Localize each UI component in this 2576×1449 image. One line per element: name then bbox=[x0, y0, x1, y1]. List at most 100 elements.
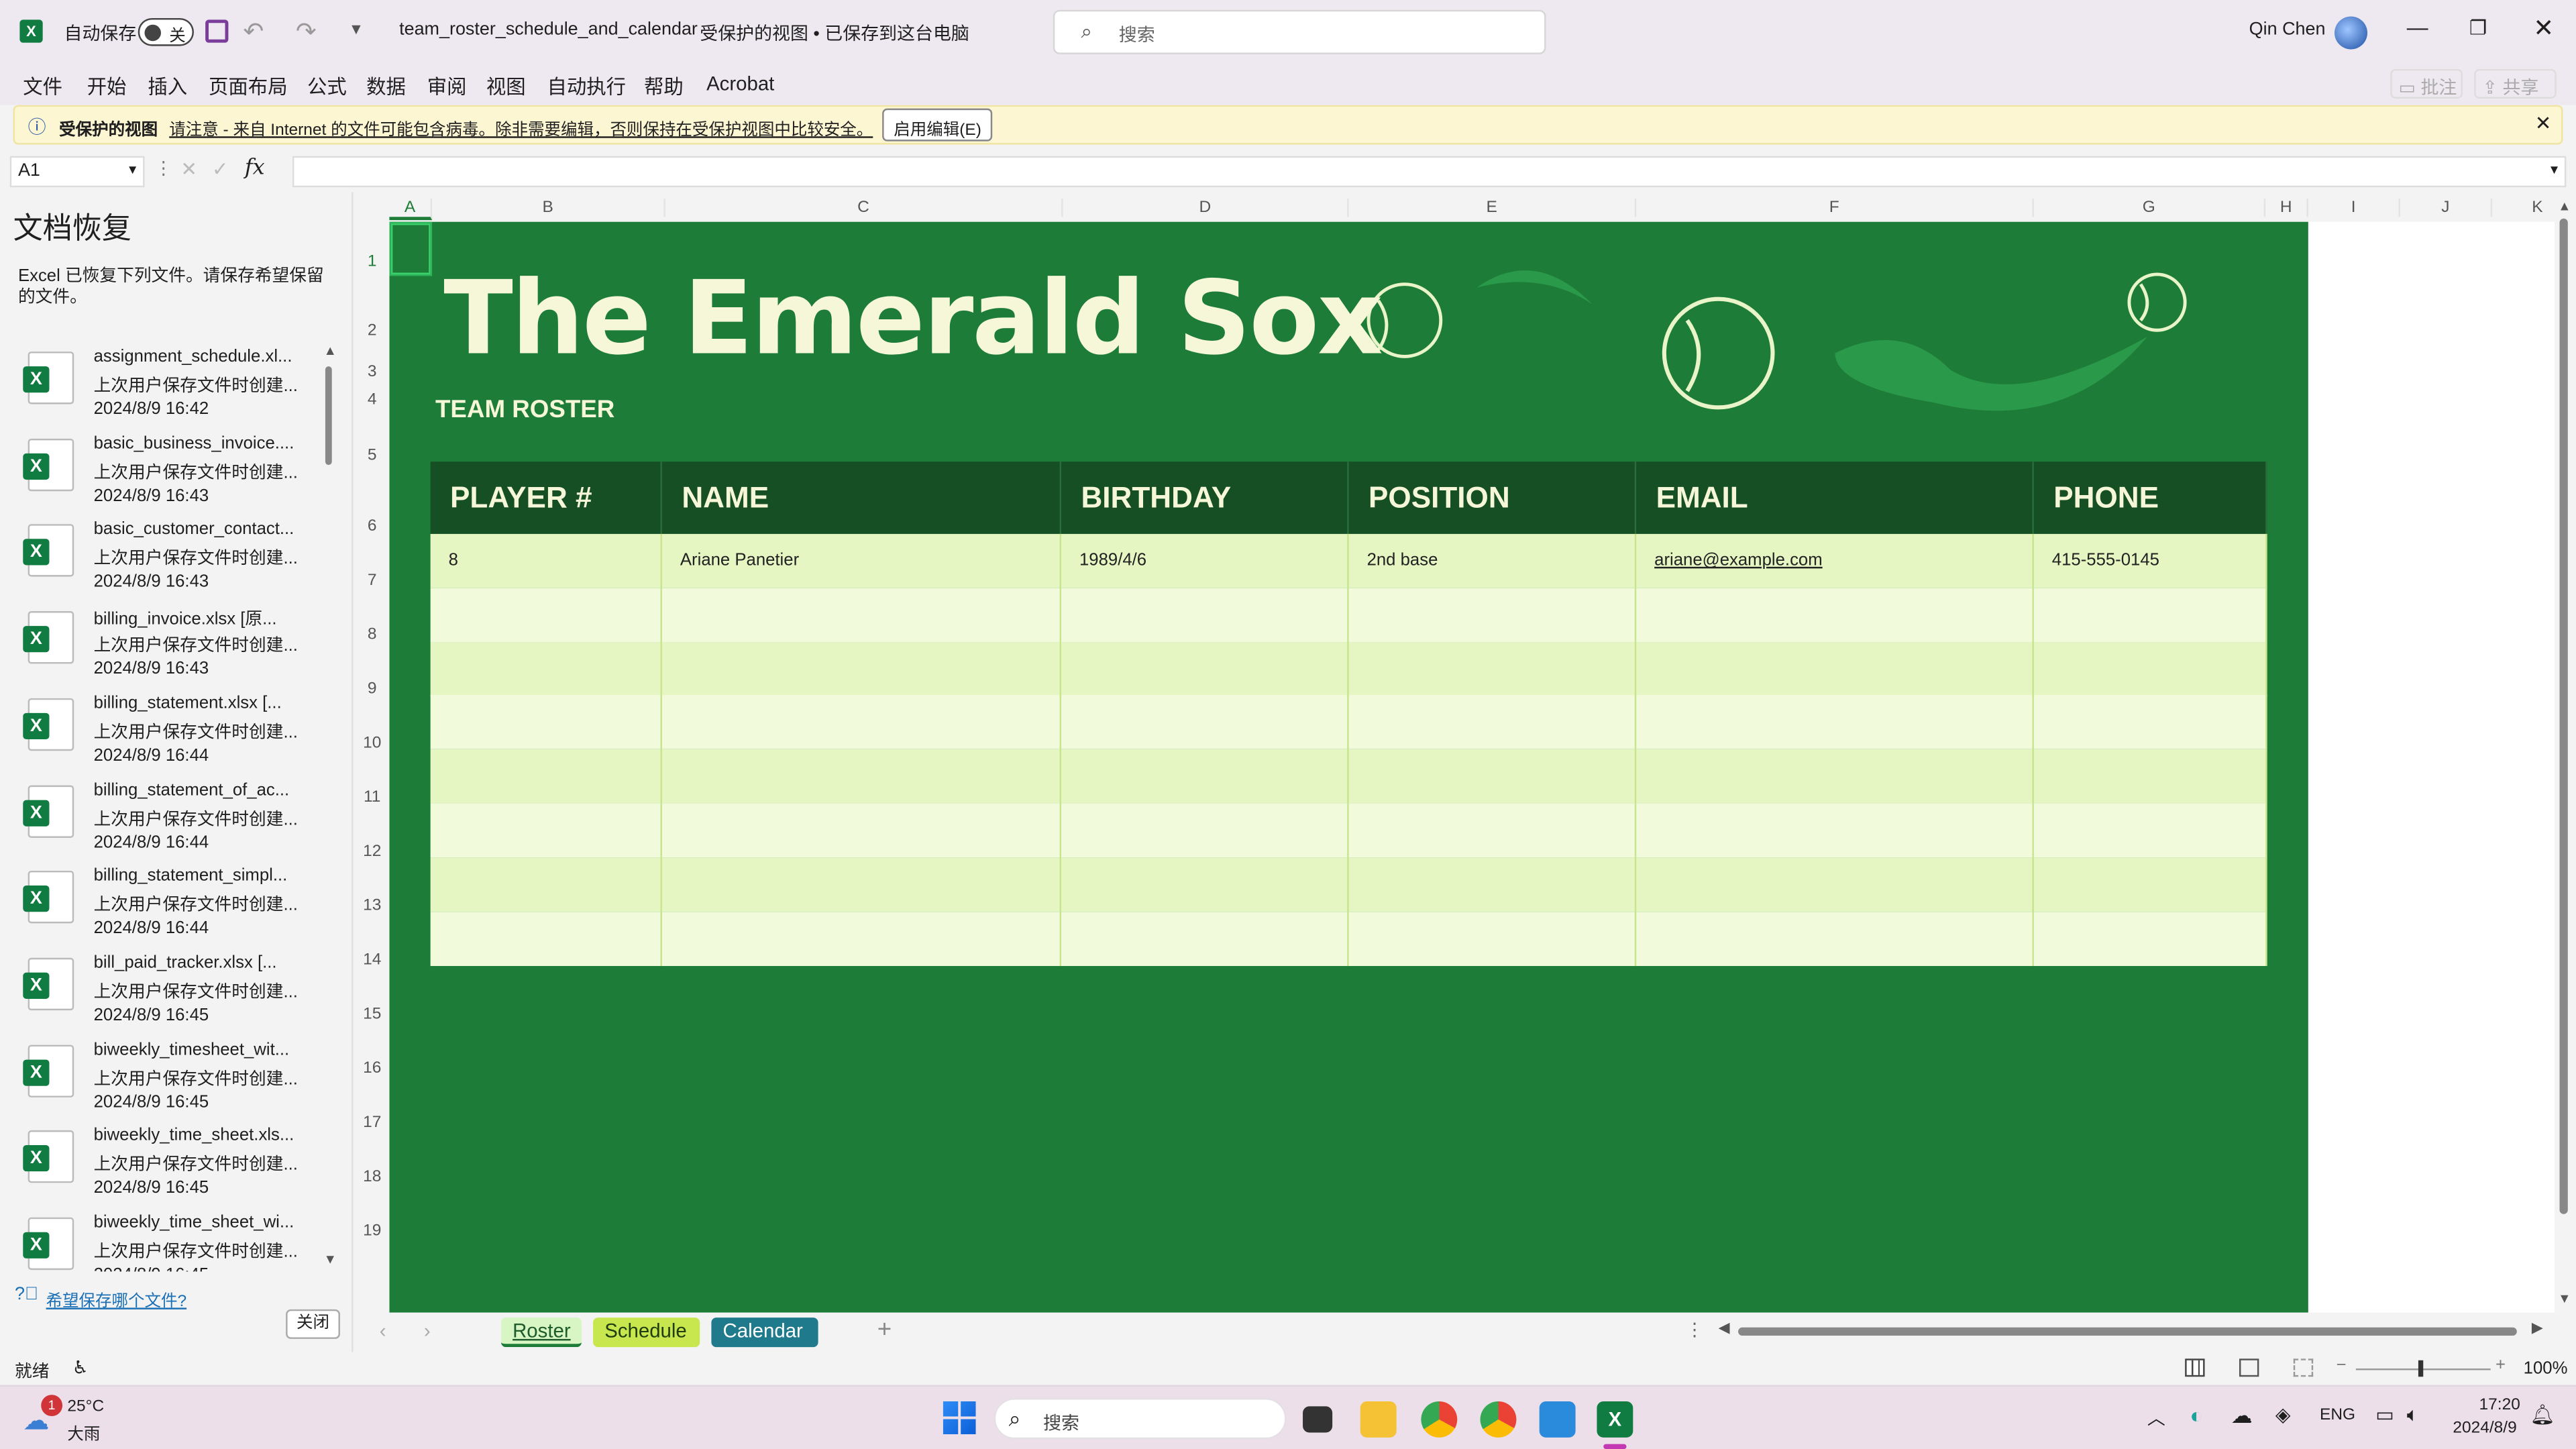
table-cell[interactable] bbox=[2034, 749, 2267, 804]
tray-overflow-icon[interactable]: ︿ bbox=[2147, 1405, 2165, 1431]
undo-icon[interactable]: ↶ bbox=[243, 16, 264, 46]
recovered-file-item[interactable]: Xassignment_schedule.xl... 上次用户保存文件时创建...… bbox=[0, 343, 321, 429]
recovered-file-item[interactable]: Xbilling_statement_of_ac... 上次用户保存文件时创建..… bbox=[0, 776, 321, 861]
menu-help[interactable]: 帮助 bbox=[644, 72, 684, 101]
menu-data[interactable]: 数据 bbox=[366, 72, 406, 101]
table-cell[interactable] bbox=[662, 749, 1062, 804]
row-header-15[interactable]: 15 bbox=[355, 987, 389, 1042]
table-cell[interactable] bbox=[431, 695, 662, 750]
zoom-out-icon[interactable]: − bbox=[2336, 1355, 2346, 1375]
table-cell[interactable] bbox=[1349, 803, 1637, 858]
recovered-file-item[interactable]: Xbiweekly_time_sheet_wi... 上次用户保存文件时创建...… bbox=[0, 1209, 321, 1272]
menu-file[interactable]: 文件 bbox=[23, 72, 62, 101]
row-header-14[interactable]: 14 bbox=[355, 933, 389, 987]
table-cell[interactable] bbox=[431, 588, 662, 643]
vertical-scroll-thumb[interactable] bbox=[2559, 218, 2568, 1214]
menu-insert[interactable]: 插入 bbox=[148, 72, 187, 101]
table-cell[interactable] bbox=[662, 695, 1062, 750]
vscode-icon[interactable] bbox=[1539, 1401, 1576, 1438]
column-header-c[interactable]: C bbox=[665, 199, 1063, 217]
tray-app-icon[interactable]: ◈ bbox=[2275, 1403, 2291, 1426]
menu-review[interactable]: 审阅 bbox=[427, 72, 467, 101]
table-cell[interactable] bbox=[2034, 911, 2267, 966]
table-cell[interactable] bbox=[1349, 749, 1637, 804]
row-header-12[interactable]: 12 bbox=[355, 824, 389, 879]
clock-date[interactable]: 2024/8/9 bbox=[2453, 1419, 2516, 1438]
table-cell[interactable] bbox=[2034, 641, 2267, 696]
table-cell[interactable] bbox=[1349, 588, 1637, 643]
close-window-icon[interactable]: ✕ bbox=[2533, 13, 2554, 43]
table-cell[interactable] bbox=[1636, 911, 2034, 966]
column-header-a[interactable]: A bbox=[389, 199, 433, 221]
table-cell[interactable]: Ariane Panetier bbox=[662, 533, 1062, 588]
save-icon[interactable] bbox=[205, 19, 229, 43]
table-cell[interactable] bbox=[662, 803, 1062, 858]
column-header-f[interactable]: F bbox=[1636, 199, 2034, 217]
sheet-tab-roster[interactable]: Roster bbox=[500, 1318, 582, 1348]
close-recovery-button[interactable]: 关闭 bbox=[286, 1309, 340, 1339]
recovered-file-item[interactable]: Xbilling_statement.xlsx [... 上次用户保存文件时创建.… bbox=[0, 690, 321, 775]
table-cell[interactable] bbox=[1349, 695, 1637, 750]
row-header-2[interactable]: 2 bbox=[355, 304, 389, 358]
table-cell[interactable] bbox=[662, 641, 1062, 696]
recovered-file-item[interactable]: Xbilling_invoice.xlsx [原... 上次用户保存文件时创建..… bbox=[0, 603, 321, 688]
document-status[interactable]: 受保护的视图 • 已保存到这台电脑 bbox=[700, 19, 969, 46]
formula-input[interactable]: ▾ bbox=[292, 156, 2567, 188]
table-cell[interactable] bbox=[2034, 857, 2267, 912]
row-header-19[interactable]: 19 bbox=[355, 1204, 389, 1258]
recovered-file-item[interactable]: Xbasic_customer_contact... 上次用户保存文件时创建...… bbox=[0, 517, 321, 602]
table-cell[interactable] bbox=[1636, 695, 2034, 750]
table-cell[interactable]: 415-555-0145 bbox=[2034, 533, 2267, 588]
file-explorer-icon[interactable] bbox=[1360, 1401, 1397, 1438]
menu-acrobat[interactable]: Acrobat bbox=[706, 72, 774, 95]
table-cell[interactable] bbox=[1061, 803, 1349, 858]
table-cell[interactable] bbox=[1061, 857, 1349, 912]
add-sheet-icon[interactable]: + bbox=[877, 1316, 892, 1344]
column-header-e[interactable]: E bbox=[1349, 199, 1637, 217]
table-cell[interactable] bbox=[1061, 641, 1349, 696]
insert-function-icon[interactable]: fx bbox=[245, 156, 265, 181]
row-header-8[interactable]: 8 bbox=[355, 608, 389, 662]
table-cell[interactable] bbox=[1349, 857, 1637, 912]
table-cell[interactable]: 1989/4/6 bbox=[1061, 533, 1349, 588]
table-cell[interactable] bbox=[431, 641, 662, 696]
table-cell[interactable] bbox=[1349, 911, 1637, 966]
input-language[interactable]: ENG bbox=[2320, 1406, 2355, 1424]
column-header-g[interactable]: G bbox=[2034, 199, 2266, 217]
comments-button[interactable]: ▭ 批注 bbox=[2390, 68, 2463, 99]
column-header-i[interactable]: I bbox=[2308, 199, 2400, 217]
volume-icon[interactable]: 🔈︎ bbox=[2407, 1403, 2419, 1428]
table-cell[interactable]: 8 bbox=[431, 533, 662, 588]
chrome-icon[interactable] bbox=[1421, 1401, 1458, 1438]
more-icon[interactable]: ⋮ bbox=[154, 158, 172, 179]
table-cell[interactable] bbox=[431, 803, 662, 858]
recovered-file-item[interactable]: Xbiweekly_timesheet_wit... 上次用户保存文件时创建...… bbox=[0, 1036, 321, 1121]
table-cell[interactable] bbox=[1061, 749, 1349, 804]
column-header-b[interactable]: B bbox=[432, 199, 665, 217]
next-sheet-icon[interactable]: › bbox=[424, 1320, 431, 1342]
onedrive-icon[interactable]: ☁ bbox=[2231, 1403, 2253, 1429]
menu-view[interactable]: 视图 bbox=[486, 72, 526, 101]
row-header-4[interactable]: 4 bbox=[355, 386, 389, 415]
zoom-in-icon[interactable]: + bbox=[2496, 1355, 2506, 1375]
column-header-h[interactable]: H bbox=[2265, 199, 2308, 217]
zoom-slider[interactable] bbox=[2355, 1360, 2491, 1377]
table-cell[interactable] bbox=[2034, 695, 2267, 750]
network-icon[interactable]: ▭ bbox=[2375, 1403, 2394, 1426]
recovered-file-item[interactable]: Xbilling_statement_simpl... 上次用户保存文件时创建..… bbox=[0, 863, 321, 948]
start-icon[interactable] bbox=[943, 1401, 976, 1434]
active-cell-a1[interactable] bbox=[389, 221, 433, 276]
share-button[interactable]: ⇪ 共享 bbox=[2474, 68, 2557, 99]
recovered-file-item[interactable]: Xbill_paid_tracker.xlsx [... 上次用户保存文件时创建.… bbox=[0, 949, 321, 1034]
row-header-16[interactable]: 16 bbox=[355, 1042, 389, 1096]
customize-toolbar-icon[interactable]: ▾ bbox=[352, 18, 361, 39]
recovered-file-item[interactable]: Xbasic_business_invoice.... 上次用户保存文件时创建..… bbox=[0, 430, 321, 515]
notification-bell-icon[interactable]: 🔔︎ bbox=[2530, 1403, 2555, 1426]
table-cell[interactable] bbox=[2034, 803, 2267, 858]
menu-formulas[interactable]: 公式 bbox=[307, 72, 347, 101]
table-cell[interactable] bbox=[2034, 588, 2267, 643]
table-cell[interactable] bbox=[431, 749, 662, 804]
menu-page-layout[interactable]: 页面布局 bbox=[209, 72, 288, 101]
recovered-file-item[interactable]: Xbiweekly_time_sheet.xls... 上次用户保存文件时创建..… bbox=[0, 1122, 321, 1208]
row-header-3[interactable]: 3 bbox=[355, 358, 389, 386]
